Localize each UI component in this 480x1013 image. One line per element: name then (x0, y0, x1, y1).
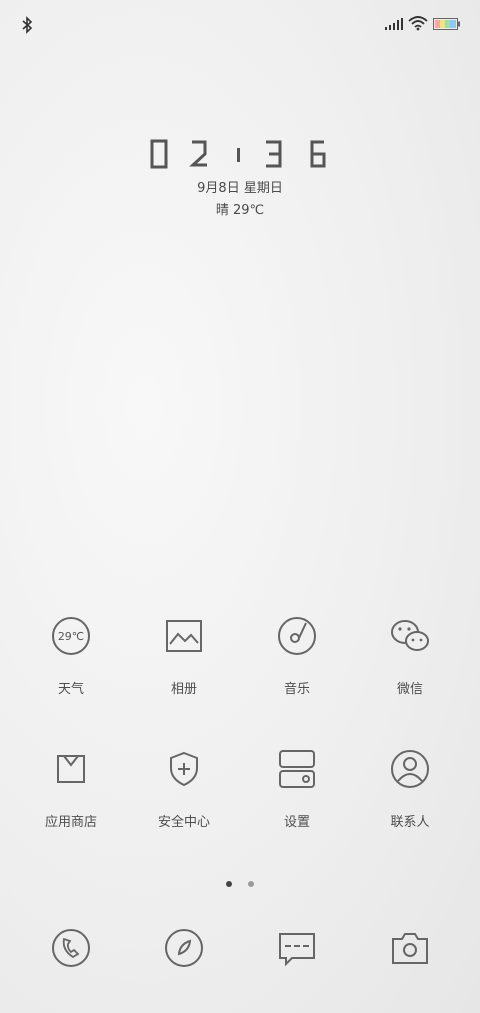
app-store[interactable]: 应用商店 (15, 747, 127, 830)
lockscreen-weather: 晴 29℃ (215, 203, 265, 218)
app-label: 安全中心 (157, 815, 210, 830)
weather-icon-temp: 29℃ (58, 630, 84, 643)
app-settings[interactable]: 设置 (241, 747, 353, 830)
security-shield-icon (170, 751, 198, 787)
lockscreen-date: 9月8日 星期日 (197, 181, 283, 196)
signal-icon (385, 18, 403, 30)
page-dot-active (226, 881, 233, 887)
status-bar (0, 0, 480, 50)
camera-icon[interactable] (388, 926, 432, 970)
app-label: 联系人 (390, 815, 430, 830)
clock-digits (150, 139, 326, 169)
page-dot-inactive (247, 881, 254, 887)
app-contacts[interactable]: 联系人 (354, 747, 466, 830)
wifi-icon (408, 16, 428, 31)
app-label: 音乐 (283, 682, 310, 697)
gallery-icon (166, 620, 202, 652)
browser-compass-icon[interactable] (162, 926, 206, 970)
app-label: 应用商店 (44, 815, 97, 830)
app-wechat[interactable]: 微信 (354, 614, 466, 697)
app-label: 设置 (283, 815, 310, 830)
app-label: 天气 (57, 682, 84, 697)
phone-icon[interactable] (49, 926, 93, 970)
app-label: 相册 (170, 682, 197, 697)
weather-icon: 29℃ (52, 617, 90, 655)
app-label: 微信 (396, 682, 423, 697)
contacts-icon (391, 750, 429, 788)
app-weather[interactable]: 29℃ 天气 (15, 614, 127, 697)
wechat-icon (391, 620, 429, 651)
app-security-center[interactable]: 安全中心 (128, 747, 240, 830)
lockscreen-clock (0, 138, 480, 170)
page-indicator (0, 872, 480, 891)
app-store-icon (57, 755, 85, 783)
music-icon (278, 617, 316, 655)
settings-icon (279, 750, 315, 788)
app-music[interactable]: 音乐 (241, 614, 353, 697)
bluetooth-icon (22, 16, 33, 34)
battery-icon (433, 18, 460, 30)
app-gallery[interactable]: 相册 (128, 614, 240, 697)
messages-icon[interactable] (275, 926, 319, 970)
